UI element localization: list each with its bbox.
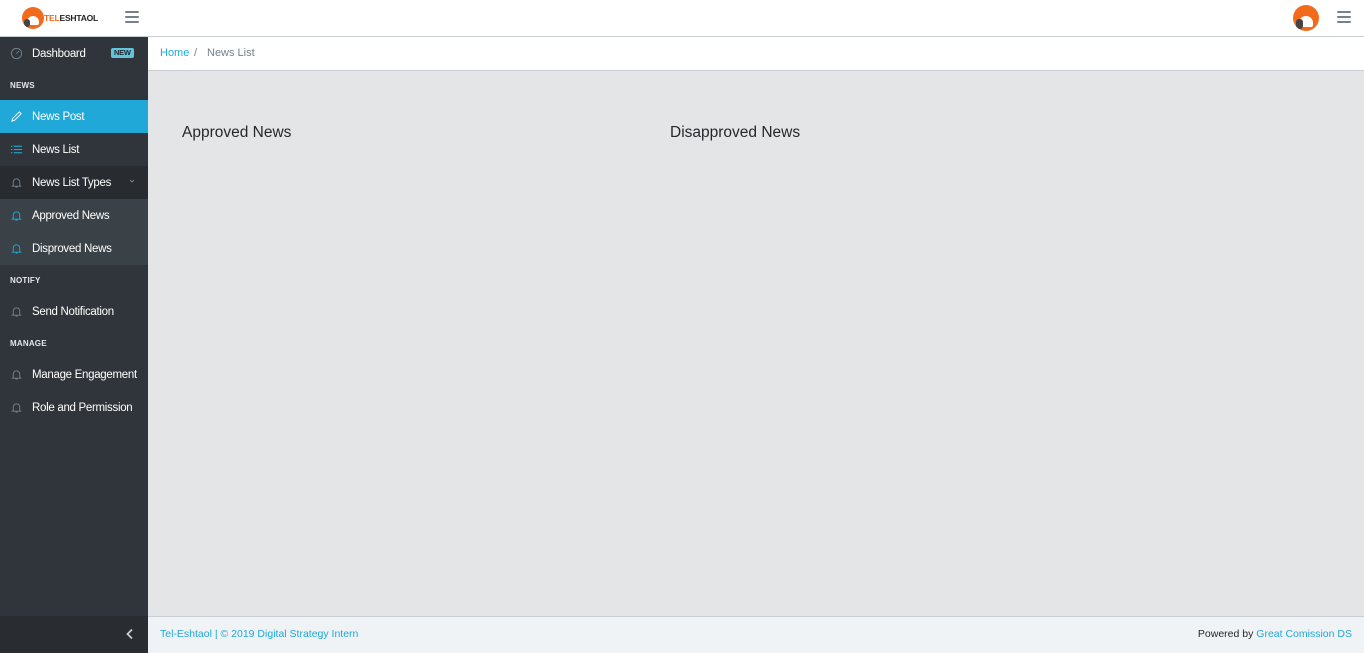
brand-name-part2: ESHTAOL xyxy=(59,12,99,23)
sidebar-item-send-notification[interactable]: Send Notification xyxy=(0,295,148,328)
powered-by-link[interactable]: Great Comission DS xyxy=(1256,628,1352,640)
approved-news-title: Approved News xyxy=(182,124,292,141)
sidebar-section-manage: MANAGE xyxy=(10,339,47,348)
sidebar-item-news-list-types[interactable]: News List Types xyxy=(0,166,148,199)
brand-name: TELESHTAOL xyxy=(44,14,98,23)
sidebar-section-notify: NOTIFY xyxy=(10,276,41,285)
breadcrumb: Home / News List xyxy=(148,37,1364,71)
sidebar-item-dashboard[interactable]: Dashboard NEW xyxy=(0,37,148,70)
breadcrumb-current: News List xyxy=(207,47,255,59)
sidebar-item-approved-news[interactable]: Approved News xyxy=(0,199,148,232)
bell-icon xyxy=(11,244,22,254)
footer-powered-by: Powered by Great Comission DS xyxy=(1198,628,1352,640)
sidebar-item-label: News List xyxy=(32,143,80,156)
bell-icon xyxy=(11,178,22,188)
app-header: TELESHTAOL xyxy=(0,0,1364,37)
main-content: Approved News Disapproved News xyxy=(148,71,1364,616)
brand-logo-link[interactable]: TELESHTAOL xyxy=(22,7,98,29)
brand-logo-icon xyxy=(22,7,44,29)
chevron-down-icon xyxy=(129,179,135,183)
sidebar-item-label: News Post xyxy=(32,110,85,123)
new-badge: NEW xyxy=(111,48,134,58)
bell-icon xyxy=(11,307,22,317)
breadcrumb-separator: / xyxy=(194,47,198,59)
chevron-left-icon xyxy=(126,628,133,640)
sidebar-item-news-list[interactable]: News List xyxy=(0,133,148,166)
sidebar-item-label: Send Notification xyxy=(32,305,114,318)
sidebar-item-disproved-news[interactable]: Disproved News xyxy=(0,232,148,265)
sidebar-item-role-and-permission[interactable]: Role and Permission xyxy=(0,391,148,424)
disapproved-news-title: Disapproved News xyxy=(670,124,801,141)
sidebar-item-label: Dashboard xyxy=(32,47,86,60)
aside-toggle-menu-icon[interactable] xyxy=(1337,10,1353,23)
sidebar-item-label: Role and Permission xyxy=(32,401,133,414)
sidebar-item-manage-engagement[interactable]: Manage Engagement xyxy=(0,358,148,391)
breadcrumb-home-link[interactable]: Home xyxy=(160,47,189,59)
sidebar-item-label: Approved News xyxy=(32,209,110,222)
footer-copyright: Tel-Eshtaol | © 2019 Digital Strategy In… xyxy=(160,628,359,640)
user-avatar[interactable] xyxy=(1293,5,1319,31)
bell-icon xyxy=(11,403,22,413)
sidebar-item-label: Disproved News xyxy=(32,242,112,255)
sidebar-item-label: News List Types xyxy=(32,176,112,189)
sidebar-section-news: NEWS xyxy=(10,81,35,90)
sidebar: Dashboard NEW NEWS News Post News List N… xyxy=(0,37,148,653)
pencil-icon xyxy=(11,111,22,122)
sidebar-item-news-post[interactable]: News Post xyxy=(0,100,148,133)
list-icon xyxy=(10,145,23,154)
bell-icon xyxy=(11,211,22,221)
speedometer-icon xyxy=(10,47,23,60)
sidebar-toggle-menu-icon[interactable] xyxy=(125,10,141,23)
sidebar-item-label: Manage Engagement xyxy=(32,368,137,381)
sidebar-minimizer-button[interactable] xyxy=(0,616,148,653)
brand-name-part1: TEL xyxy=(44,12,60,23)
bell-icon xyxy=(11,370,22,380)
app-footer: Tel-Eshtaol | © 2019 Digital Strategy In… xyxy=(148,616,1364,653)
powered-by-label: Powered by xyxy=(1197,628,1254,640)
